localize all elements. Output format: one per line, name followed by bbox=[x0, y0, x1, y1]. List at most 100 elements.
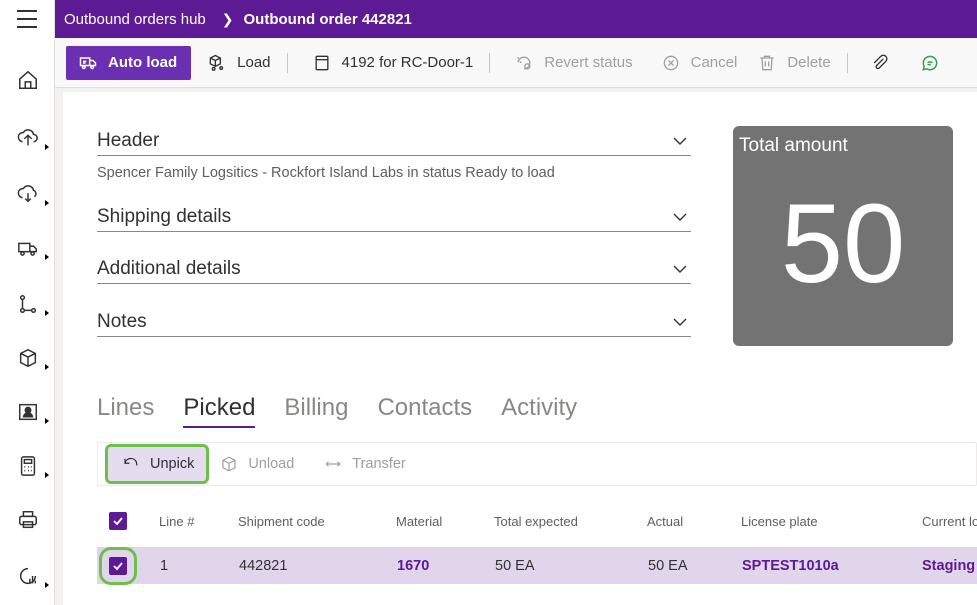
breadcrumb-separator-icon: ❯ bbox=[221, 10, 234, 27]
toolbar-divider bbox=[286, 52, 288, 73]
shipping-details-title: Shipping details bbox=[97, 206, 232, 227]
action-bar: Auto load Load 4192 for RC-Door-1 Revert… bbox=[55, 38, 977, 88]
column-header-actual[interactable]: Actual bbox=[647, 514, 683, 529]
unpick-button[interactable]: Unpick bbox=[104, 444, 210, 484]
calendar-icon bbox=[315, 55, 329, 70]
package-icon bbox=[19, 348, 36, 368]
nav-analytics[interactable] bbox=[0, 556, 55, 596]
attach-button[interactable] bbox=[854, 45, 910, 81]
unload-label: Unload bbox=[248, 456, 295, 472]
upload-icon bbox=[17, 129, 38, 146]
tab-picked[interactable]: Picked bbox=[183, 394, 256, 428]
column-header-shipment-code[interactable]: Shipment code bbox=[238, 514, 325, 529]
header-section[interactable]: Header bbox=[97, 130, 691, 156]
total-amount-value: 50 bbox=[780, 181, 906, 306]
load-label: Load bbox=[237, 54, 271, 71]
column-header-material[interactable]: Material bbox=[396, 514, 442, 529]
grid-header: Line # Shipment code Material Total expe… bbox=[97, 504, 977, 538]
breadcrumb-parent[interactable]: Outbound orders hub bbox=[64, 11, 206, 28]
nav-print[interactable] bbox=[0, 500, 55, 540]
nav-transport[interactable] bbox=[0, 228, 55, 268]
undo-icon bbox=[124, 457, 138, 466]
caret-icon bbox=[45, 418, 49, 424]
cell-actual: 50 EA bbox=[648, 557, 688, 574]
caret-icon bbox=[45, 364, 49, 370]
header-summary: Spencer Family Logsitics - Rockfort Isla… bbox=[97, 165, 555, 181]
nav-home[interactable] bbox=[0, 60, 55, 100]
table-row[interactable]: 1 442821 1670 50 EA 50 EA SPTEST1010a St… bbox=[97, 546, 977, 585]
revert-status-icon bbox=[517, 56, 531, 69]
cell-license-plate-link[interactable]: SPTEST1010a bbox=[742, 558, 839, 574]
tab-contacts[interactable]: Contacts bbox=[377, 394, 472, 428]
checkmark-icon bbox=[113, 561, 123, 570]
notes-title: Notes bbox=[97, 311, 147, 332]
cancel-button[interactable]: Cancel bbox=[651, 45, 748, 81]
delete-label: Delete bbox=[787, 54, 831, 71]
nav-billing[interactable] bbox=[0, 446, 55, 486]
caret-icon bbox=[45, 200, 49, 206]
left-navigation bbox=[0, 38, 55, 605]
select-all-checkbox[interactable] bbox=[109, 512, 127, 530]
delete-icon bbox=[760, 55, 774, 70]
delete-button[interactable]: Delete bbox=[747, 45, 840, 81]
caret-icon bbox=[45, 310, 49, 316]
additional-details-section[interactable]: Additional details bbox=[97, 258, 691, 284]
home-icon bbox=[18, 70, 37, 89]
printer-icon bbox=[18, 511, 37, 529]
auto-load-label: Auto load bbox=[108, 54, 178, 71]
load-button[interactable]: Load bbox=[197, 45, 280, 81]
cell-total-expected: 50 EA bbox=[495, 557, 535, 574]
chat-button[interactable] bbox=[910, 45, 950, 81]
attachment-icon bbox=[873, 54, 888, 69]
unpick-label: Unpick bbox=[150, 456, 195, 472]
column-header-current-location[interactable]: Current lo bbox=[922, 514, 977, 529]
hamburger-menu-button[interactable] bbox=[0, 0, 55, 38]
hamburger-icon bbox=[17, 7, 37, 31]
nav-flow[interactable] bbox=[0, 284, 55, 324]
contact-card-icon bbox=[18, 403, 37, 421]
chevron-down-icon bbox=[673, 318, 687, 326]
door-button[interactable]: 4192 for RC-Door-1 bbox=[302, 45, 484, 81]
cancel-icon bbox=[663, 55, 678, 70]
tab-activity[interactable]: Activity bbox=[501, 394, 577, 428]
unload-icon bbox=[222, 456, 236, 472]
top-bar: Outbound orders hub ❯ Outbound order 442… bbox=[0, 0, 977, 38]
column-header-license-plate[interactable]: License plate bbox=[741, 514, 818, 529]
unload-button[interactable]: Unload bbox=[220, 455, 294, 473]
row-checkbox[interactable] bbox=[99, 546, 137, 585]
analytics-icon bbox=[19, 567, 36, 585]
column-header-line[interactable]: Line # bbox=[159, 514, 194, 529]
picked-toolbar: Unpick Unload Transfer bbox=[97, 442, 977, 486]
cell-material-link[interactable]: 1670 bbox=[397, 558, 429, 574]
chat-icon bbox=[921, 55, 938, 71]
calculator-icon bbox=[20, 456, 35, 476]
nav-inventory[interactable] bbox=[0, 338, 55, 378]
additional-details-title: Additional details bbox=[97, 258, 241, 279]
notes-section[interactable]: Notes bbox=[97, 311, 691, 337]
tab-billing[interactable]: Billing bbox=[284, 394, 348, 428]
nav-outbound[interactable] bbox=[0, 118, 55, 158]
cancel-label: Cancel bbox=[690, 54, 738, 71]
auto-load-button[interactable]: Auto load bbox=[66, 45, 192, 80]
nav-inbound[interactable] bbox=[0, 174, 55, 214]
total-amount-title: Total amount bbox=[739, 135, 848, 156]
load-icon bbox=[209, 54, 224, 71]
cell-shipment-code: 442821 bbox=[239, 557, 288, 574]
nav-contacts[interactable] bbox=[0, 392, 55, 432]
toolbar-divider bbox=[489, 52, 491, 73]
receive-icon bbox=[17, 185, 37, 203]
chevron-down-icon bbox=[673, 137, 687, 145]
tab-bar: Lines Picked Billing Contacts Activity bbox=[97, 394, 606, 428]
column-header-total-expected[interactable]: Total expected bbox=[494, 514, 578, 529]
door-label: 4192 for RC-Door-1 bbox=[341, 54, 474, 71]
cell-current-location-link[interactable]: Staging bbox=[922, 558, 975, 574]
transfer-icon bbox=[325, 461, 341, 467]
caret-icon bbox=[45, 582, 49, 588]
shipping-details-section[interactable]: Shipping details bbox=[97, 206, 691, 232]
caret-icon bbox=[45, 144, 49, 150]
tab-lines[interactable]: Lines bbox=[97, 394, 154, 428]
toolbar-divider bbox=[846, 52, 848, 73]
auto-load-icon bbox=[79, 56, 97, 69]
revert-status-button[interactable]: Revert status bbox=[504, 45, 642, 81]
transfer-button[interactable]: Transfer bbox=[324, 455, 406, 473]
